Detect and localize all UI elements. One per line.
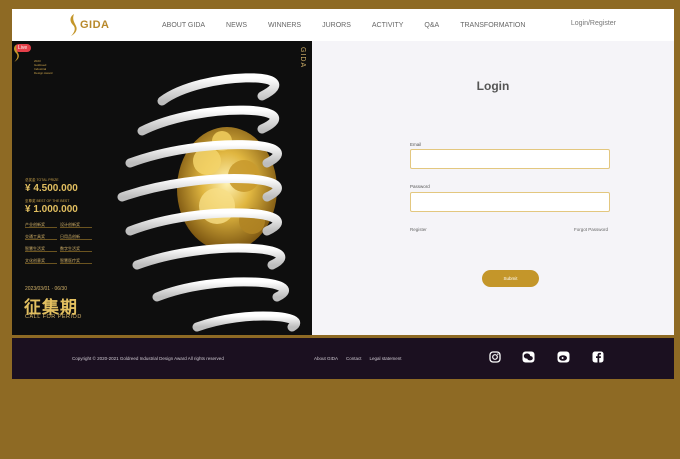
total-prize-value: ¥ 4.500.000 xyxy=(25,183,78,194)
best-prize: 至尊奖 BEST OF THE BEST ¥ 1.000.000 xyxy=(25,199,78,215)
category-item: 交通工具奖 xyxy=(25,234,57,240)
footer-link-legal[interactable]: Legal statement xyxy=(370,356,402,361)
category-item: 智慧生活奖 xyxy=(25,246,57,252)
forgot-password-link[interactable]: Forgot Password xyxy=(574,227,608,232)
logo-mark-icon xyxy=(70,14,77,36)
nav-news[interactable]: NEWS xyxy=(226,22,247,29)
logo-text: GIDA xyxy=(80,19,110,31)
weibo-icon[interactable] xyxy=(557,350,570,363)
top-navbar: GIDA ABOUT GIDA NEWS WINNERS JURORS ACTI… xyxy=(12,9,674,41)
total-prize: 总奖金 TOTAL PRIZE ¥ 4.500.000 xyxy=(25,178,78,194)
nav-winners[interactable]: WINNERS xyxy=(268,22,301,29)
page-frame: GIDA ABOUT GIDA NEWS WINNERS JURORS ACTI… xyxy=(12,9,674,459)
wechat-icon[interactable] xyxy=(522,350,535,363)
footer-links: About GIDA Contact Legal statement xyxy=(314,356,402,361)
poster-logo-icon xyxy=(14,44,19,62)
submit-button[interactable]: Submit xyxy=(482,270,539,287)
category-item: 数字生活奖 xyxy=(60,246,92,252)
instagram-icon[interactable] xyxy=(488,350,501,363)
vertical-gida-text: GIDA xyxy=(299,47,306,69)
category-item: 文化创意奖 xyxy=(25,258,57,264)
best-prize-value: ¥ 1.000.000 xyxy=(25,204,78,215)
login-title: Login xyxy=(476,79,510,93)
password-field[interactable] xyxy=(410,192,610,212)
login-register-link[interactable]: Login/Register xyxy=(571,20,616,27)
footer: Copyright © 2020-2021 Goldreed Industria… xyxy=(12,338,674,379)
copyright-text: Copyright © 2020-2021 Goldreed Industria… xyxy=(72,356,224,361)
category-item: 智慧医疗奖 xyxy=(60,258,92,264)
facebook-icon[interactable] xyxy=(591,350,604,363)
category-item: 设计创新奖 xyxy=(60,222,92,228)
password-label: Password xyxy=(410,184,430,189)
hero-poster: Live 2023 Goldreed Industrial Design Awa… xyxy=(12,41,312,335)
email-label: Email xyxy=(410,142,422,147)
login-panel: Login Email Password Register Forgot Pas… xyxy=(312,41,674,335)
award-categories: 产业创新奖 设计创新奖 交通工具奖 日用品创新 智慧生活奖 数字生活奖 文化创意… xyxy=(25,222,92,264)
footer-link-about[interactable]: About GIDA xyxy=(314,356,338,361)
nav-transformation[interactable]: TRANSFORMATION xyxy=(460,22,525,29)
nav-qa[interactable]: Q&A xyxy=(424,22,439,29)
nav-jurors[interactable]: JURORS xyxy=(322,22,351,29)
footer-link-contact[interactable]: Contact xyxy=(346,356,362,361)
call-date-range: 2023/03/01 · 06/30 xyxy=(25,286,67,292)
email-field[interactable] xyxy=(410,149,610,169)
site-logo[interactable]: GIDA xyxy=(68,12,110,38)
main-nav: ABOUT GIDA NEWS WINNERS JURORS ACTIVITY … xyxy=(162,9,546,41)
register-link[interactable]: Register xyxy=(410,227,427,232)
logo-line: Design Award xyxy=(34,71,53,75)
category-item: 产业创新奖 xyxy=(25,222,57,228)
category-item: 日用品创新 xyxy=(60,234,92,240)
call-period-en: CALL FOR PERIOD xyxy=(25,314,82,320)
nav-about[interactable]: ABOUT GIDA xyxy=(162,22,205,29)
poster-logo-text: 2023 Goldreed Industrial Design Award xyxy=(34,59,64,75)
nav-activity[interactable]: ACTIVITY xyxy=(372,22,404,29)
